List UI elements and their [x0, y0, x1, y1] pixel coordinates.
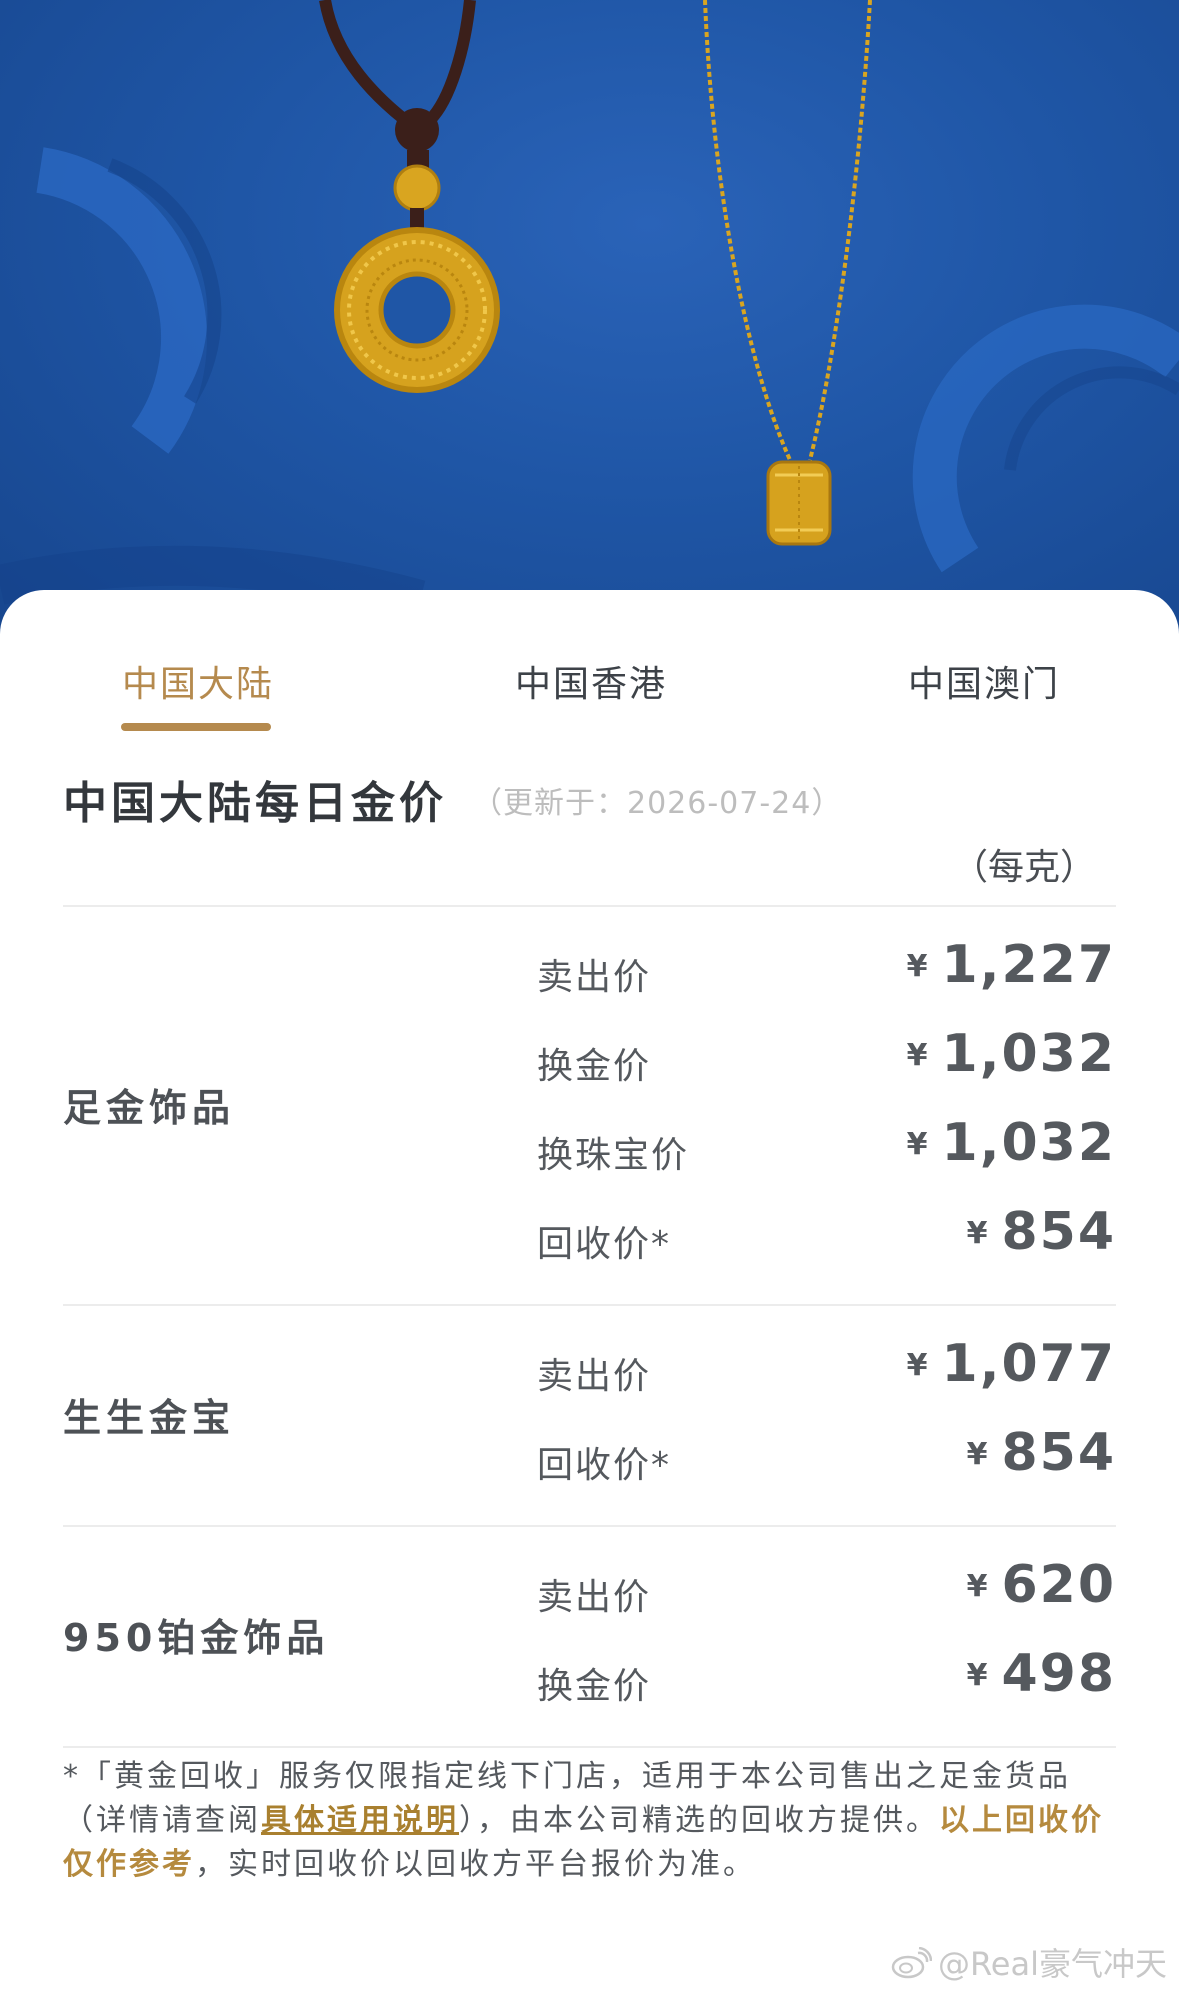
group-name-pure-gold: 足金饰品 — [63, 1086, 236, 1130]
price-number: 854 — [1001, 1202, 1116, 1262]
currency-symbol: ¥ — [906, 949, 928, 984]
hero-banner — [0, 0, 1179, 640]
divider — [63, 1304, 1116, 1306]
page-title: 中国大陆每日金价 — [63, 778, 447, 829]
updated-date: （更新于：2026-07-24） — [472, 786, 843, 821]
region-tabs: 中国大陆 中国香港 中国澳门 — [0, 590, 1179, 740]
price-value: ¥1,032 — [907, 1113, 1116, 1173]
currency-symbol: ¥ — [906, 1348, 928, 1383]
divider — [63, 1746, 1116, 1748]
price-value: ¥498 — [967, 1644, 1116, 1704]
group-name-gold-bar: 生生金宝 — [63, 1396, 236, 1440]
divider — [63, 905, 1116, 907]
tab-macau[interactable]: 中国澳门 — [908, 655, 1060, 707]
price-number: 620 — [1001, 1555, 1116, 1615]
active-tab-indicator — [121, 723, 271, 731]
price-label: 卖出价 — [537, 1577, 652, 1618]
tab-hong-kong[interactable]: 中国香港 — [515, 655, 667, 707]
watermark-text: @Real豪气冲天 — [938, 1945, 1167, 1983]
price-label: 换金价 — [537, 1046, 652, 1087]
price-label: 卖出价 — [537, 957, 652, 998]
price-card: 中国大陆 中国香港 中国澳门 中国大陆每日金价 （更新于：2026-07-24）… — [0, 590, 1179, 1993]
price-value: ¥854 — [967, 1423, 1116, 1483]
currency-symbol: ¥ — [966, 1569, 988, 1604]
price-label: 换金价 — [537, 1666, 652, 1707]
price-value: ¥1,077 — [907, 1334, 1116, 1394]
price-number: 498 — [1001, 1644, 1116, 1704]
divider — [63, 1525, 1116, 1527]
tab-mainland[interactable]: 中国大陆 — [122, 655, 274, 707]
price-number: 854 — [1001, 1423, 1116, 1483]
price-number: 1,227 — [941, 935, 1116, 995]
applicable-terms-link[interactable]: 具体适用说明 — [261, 1803, 459, 1838]
price-number: 1,077 — [941, 1334, 1116, 1394]
group-name-platinum: 950铂金饰品 — [63, 1616, 330, 1660]
price-value: ¥854 — [967, 1202, 1116, 1262]
price-number: 1,032 — [941, 1113, 1116, 1173]
weibo-logo-icon — [891, 1947, 932, 1979]
weibo-watermark: @Real豪气冲天 — [890, 1939, 1167, 1985]
currency-symbol: ¥ — [966, 1216, 988, 1251]
price-value: ¥620 — [967, 1555, 1116, 1615]
currency-symbol: ¥ — [906, 1038, 928, 1073]
price-label: 卖出价 — [537, 1356, 652, 1397]
recycling-disclaimer: *「黄金回收」服务仅限指定线下门店，适用于本公司售出之足金货品（详情请查阅具体适… — [63, 1755, 1123, 1887]
price-label: 回收价* — [537, 1224, 672, 1265]
unit-label: （每克） — [951, 847, 1096, 888]
jewelry-product-image — [0, 0, 1179, 620]
price-value: ¥1,227 — [907, 935, 1116, 995]
disclaimer-text: ），由本公司精选的回收方提供。 — [459, 1803, 939, 1838]
currency-symbol: ¥ — [966, 1658, 988, 1693]
price-value: ¥1,032 — [907, 1024, 1116, 1084]
price-number: 1,032 — [941, 1024, 1116, 1084]
price-label: 换珠宝价 — [537, 1135, 690, 1176]
price-label: 回收价* — [537, 1445, 672, 1486]
currency-symbol: ¥ — [906, 1127, 928, 1162]
disclaimer-text: ，实时回收价以回收方平台报价为准。 — [195, 1847, 756, 1882]
currency-symbol: ¥ — [966, 1437, 988, 1472]
